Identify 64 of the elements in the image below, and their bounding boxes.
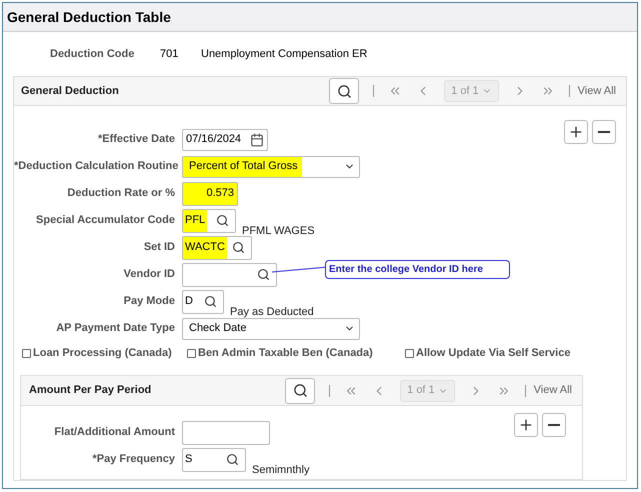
field-label: AP Payment Date Type [55, 321, 176, 336]
view-all-link[interactable]: View All [534, 382, 572, 399]
search-button[interactable] [285, 378, 316, 404]
checkbox[interactable] [405, 348, 414, 358]
plus-icon [518, 417, 534, 433]
deduction-code: 701 [160, 46, 180, 62]
input-field[interactable]: 0.573 [182, 182, 238, 206]
plus-icon [568, 124, 584, 140]
field-value: WACTC [183, 236, 227, 258]
search-icon[interactable] [232, 241, 245, 254]
dropdown-field[interactable]: Percent of Total Gross [182, 156, 360, 178]
calendar-icon[interactable] [250, 132, 264, 146]
search-icon [336, 84, 352, 98]
field-value: D [184, 294, 194, 310]
field-label: Deduction Code [50, 46, 136, 62]
field-label: *Pay Frequency [91, 452, 176, 468]
input-field[interactable] [182, 420, 270, 444]
field-label: Pay Mode [122, 294, 176, 310]
field-value: 07/16/2024 [186, 132, 242, 148]
delete-row-button[interactable] [542, 413, 566, 437]
field-description: PFML WAGES [242, 224, 315, 238]
lookup-field[interactable]: WACTC [182, 236, 252, 260]
panel-title: General Deduction [21, 84, 119, 99]
search-icon [292, 383, 308, 398]
search-icon[interactable] [204, 295, 217, 308]
callout-note: Enter the college Vendor ID here [325, 260, 510, 278]
delete-row-button[interactable] [592, 120, 616, 144]
deduction-description: Unemployment Compensation ER [201, 46, 368, 62]
add-row-button[interactable] [514, 413, 538, 437]
field-value: S [184, 452, 194, 468]
field-label: Deduction Rate or % [66, 186, 176, 202]
checkbox-option[interactable]: Ben Admin Taxable Ben (Canada) [187, 344, 405, 362]
leader-line [272, 264, 328, 274]
field-value: Percent of Total Gross [183, 156, 302, 176]
search-icon[interactable] [216, 214, 229, 227]
search-button[interactable] [329, 78, 360, 104]
search-icon[interactable] [226, 453, 239, 466]
lookup-field[interactable]: D [182, 290, 224, 314]
field-label: Set ID [142, 240, 176, 256]
dropdown-field[interactable]: Check Date [182, 318, 360, 340]
field-value: PFL [183, 210, 208, 232]
lookup-field[interactable]: PFL [182, 208, 236, 232]
field-label: Special Accumulator Code [35, 213, 176, 228]
field-label: Flat/Additional Amount [53, 425, 176, 440]
field-description: Pay as Deducted [230, 304, 314, 320]
field-value: Check Date [188, 321, 248, 336]
checkbox-option[interactable]: Allow Update Via Self Service [405, 344, 570, 362]
field-description: Semimnthly [252, 462, 310, 478]
add-row-button[interactable] [564, 120, 588, 144]
field-label: *Deduction Calculation Routine [14, 159, 180, 174]
page-title: General Deduction Table [7, 8, 171, 26]
checkbox[interactable] [22, 348, 31, 358]
view-all-link[interactable]: View All [578, 82, 616, 100]
field-label: Vendor ID [122, 267, 176, 282]
minus-icon [598, 131, 610, 133]
search-icon[interactable] [257, 268, 270, 281]
minus-icon [548, 424, 560, 426]
field-label: *Effective Date [96, 132, 176, 148]
lookup-field[interactable]: S [182, 448, 246, 472]
checkbox[interactable] [187, 348, 196, 358]
lookup-field[interactable] [182, 262, 277, 286]
checkbox-option[interactable]: Loan Processing (Canada) [22, 344, 187, 362]
panel-title: Amount Per Pay Period [29, 383, 152, 398]
date-field[interactable]: 07/16/2024 [182, 128, 268, 150]
